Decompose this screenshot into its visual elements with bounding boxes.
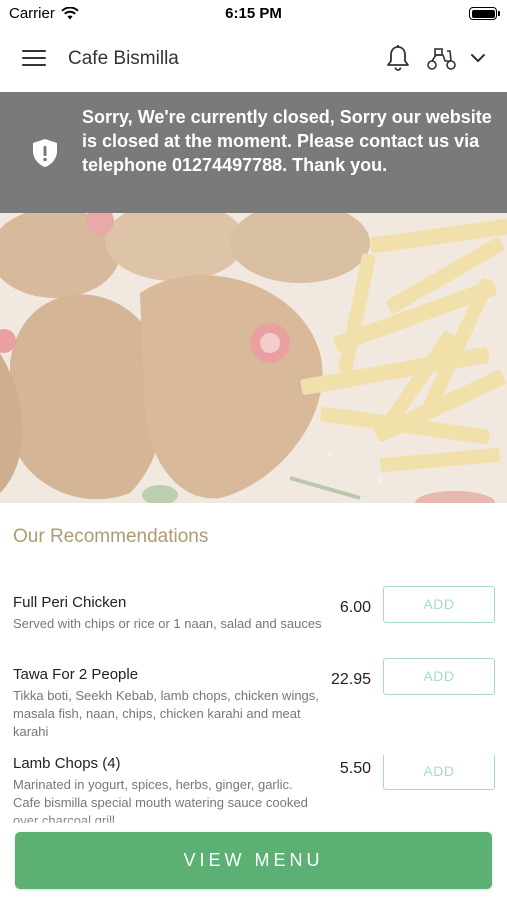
item-description: Tikka boti, Seekh Kebab, lamb chops, chi… xyxy=(13,688,319,739)
item-name: Tawa For 2 People xyxy=(13,666,139,683)
shield-alert-icon xyxy=(33,139,57,167)
section-title: Our Recommendations xyxy=(13,526,209,547)
food-photo xyxy=(0,213,507,503)
item-description: Marinated in yogurt, spices, herbs, ging… xyxy=(13,777,308,823)
hero-image xyxy=(0,213,507,503)
status-time: 6:15 PM xyxy=(225,5,282,22)
add-button[interactable]: ADD xyxy=(383,586,495,623)
scroll-fade xyxy=(0,818,507,832)
item-price: 22.95 xyxy=(330,671,371,688)
chevron-down-icon[interactable] xyxy=(469,49,487,67)
app-header: Cafe Bismilla xyxy=(0,28,507,92)
item-description: Served with chips or rice or 1 naan, sal… xyxy=(13,616,322,631)
menu-item: Lamb Chops (4) Marinated in yogurt, spic… xyxy=(0,755,507,823)
battery-icon xyxy=(469,7,500,20)
item-name: Lamb Chops (4) xyxy=(13,755,121,772)
banner-message: Sorry, We're currently closed, Sorry our… xyxy=(82,107,492,175)
item-price: 6.00 xyxy=(339,599,371,616)
item-name: Full Peri Chicken xyxy=(13,594,127,611)
add-button[interactable]: ADD xyxy=(383,658,495,695)
bell-icon[interactable] xyxy=(385,44,411,72)
status-bar: Carrier 6:15 PM xyxy=(0,0,507,28)
app-title: Cafe Bismilla xyxy=(68,48,179,69)
menu-icon[interactable] xyxy=(22,50,46,68)
add-button[interactable]: ADD xyxy=(383,755,495,790)
closed-banner: Sorry, We're currently closed, Sorry our… xyxy=(0,92,507,213)
view-menu-button[interactable]: VIEW MENU xyxy=(15,832,492,889)
scooter-icon[interactable] xyxy=(426,47,458,71)
item-price: 5.50 xyxy=(339,760,371,777)
